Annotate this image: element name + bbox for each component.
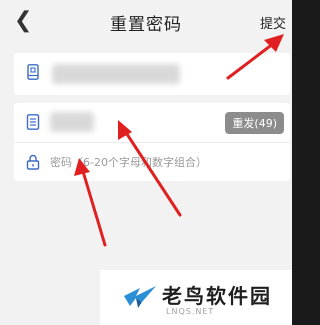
password-placeholder: 密码（6-20个字母和数字组合） xyxy=(50,156,207,169)
watermark-text: 老鸟软件园 xyxy=(162,284,272,308)
nav-bar: ❮ 重置密码 提交 xyxy=(0,0,292,44)
phone-icon xyxy=(27,64,39,80)
phone-card xyxy=(14,53,290,95)
bird-logo-icon xyxy=(124,286,156,308)
phone-field[interactable] xyxy=(14,53,290,92)
password-field[interactable]: 密码（6-20个字母和数字组合） xyxy=(14,142,290,182)
watermark: 老鸟软件园 LNQS.NET xyxy=(100,270,292,325)
reset-password-screen: ❮ 重置密码 提交 重发(49) 密码（6-20个字母和数字组合） 老鸟软件园 … xyxy=(0,0,292,325)
watermark-sub: LNQS.NET xyxy=(166,307,215,316)
resend-code-button[interactable]: 重发(49) xyxy=(225,112,284,134)
submit-button[interactable]: 提交 xyxy=(260,13,286,32)
phone-number-redacted xyxy=(52,64,180,84)
document-icon xyxy=(26,114,40,130)
code-field[interactable]: 重发(49) xyxy=(14,103,290,142)
lock-icon xyxy=(26,154,40,170)
verify-card: 重发(49) 密码（6-20个字母和数字组合） xyxy=(14,103,290,181)
page-title: 重置密码 xyxy=(110,15,182,35)
verification-code-redacted xyxy=(50,112,94,132)
